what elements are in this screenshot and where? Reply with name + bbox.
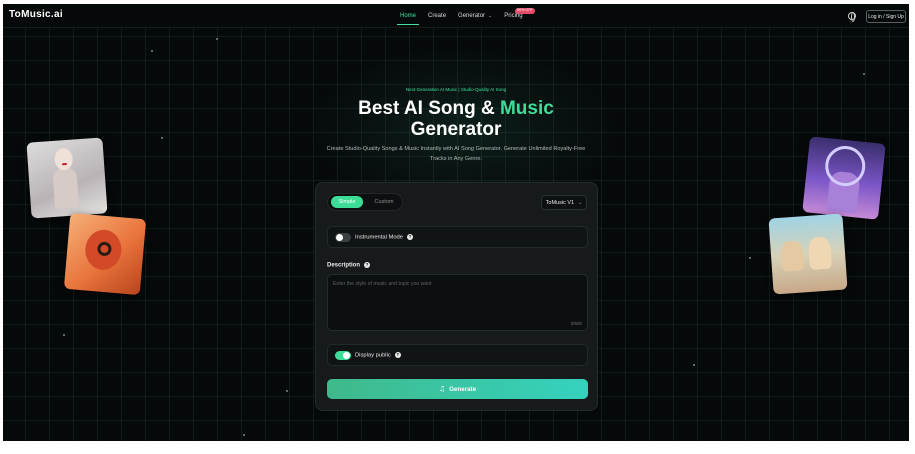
- star-dot: [863, 73, 865, 75]
- nav-create[interactable]: Create: [422, 4, 452, 28]
- generate-label: Generate: [449, 385, 477, 393]
- chevron-down-icon: ⌄: [578, 199, 583, 206]
- hero-title-accent: Music: [499, 98, 554, 119]
- star-dot: [693, 364, 695, 366]
- display-public-toggle[interactable]: [335, 351, 351, 360]
- hero-title-white: Best AI Song &: [358, 98, 500, 119]
- mode-simple-tab[interactable]: Simple: [331, 196, 363, 208]
- star-dot: [151, 50, 153, 52]
- instrumental-label: Instrumental Mode?: [355, 234, 414, 241]
- nav-home[interactable]: Home: [394, 4, 422, 28]
- star-dot: [286, 390, 288, 392]
- description-placeholder: Enter the style of music and topic you w…: [333, 281, 432, 287]
- star-dot: [63, 334, 65, 336]
- description-label: Description?: [327, 262, 371, 269]
- nav-home-label: Home: [400, 13, 417, 19]
- globe-icon[interactable]: [848, 12, 856, 22]
- help-icon[interactable]: ?: [407, 234, 414, 240]
- star-dot: [243, 434, 245, 436]
- cover-art-card: [63, 212, 147, 296]
- instrumental-toggle[interactable]: [335, 233, 351, 242]
- page-frame: ToMusic.ai Home Create Generator ⌄ Pricin…: [3, 4, 909, 441]
- cover-art-card: [26, 137, 108, 219]
- hero-tagline: Next-Generation AI Music | Studio-Qualit…: [405, 87, 507, 92]
- help-icon[interactable]: ?: [394, 352, 401, 358]
- star-dot: [749, 257, 751, 259]
- nav-pricing-label: Pricing: [504, 13, 523, 19]
- nav-generator-label: Generator: [458, 13, 486, 19]
- site-logo[interactable]: ToMusic.ai: [9, 9, 63, 20]
- discount-badge: 60% OFF: [515, 8, 535, 14]
- model-select[interactable]: ToMusic V1 ⌄: [541, 195, 587, 210]
- char-counter: 0/500: [570, 321, 582, 326]
- model-select-value: ToMusic V1: [545, 199, 575, 206]
- generate-button[interactable]: ♫ Generate: [327, 379, 588, 399]
- generator-panel: Simple Custom ToMusic V1 ⌄ Instrumental M…: [315, 182, 598, 411]
- mode-custom-tab[interactable]: Custom: [368, 196, 400, 208]
- mode-switch: Simple Custom: [327, 193, 403, 211]
- nav-create-label: Create: [428, 13, 447, 19]
- nav-pricing[interactable]: Pricing 60% OFF: [498, 4, 535, 28]
- description-label-text: Description: [327, 262, 361, 269]
- hero-title: Best AI Song & Music Generator: [3, 98, 909, 140]
- top-nav: ToMusic.ai Home Create Generator ⌄ Pricin…: [3, 4, 909, 28]
- chevron-down-icon: ⌄: [488, 13, 493, 19]
- hero-title-line2: Generator: [410, 119, 502, 140]
- cover-art-card: [768, 213, 848, 295]
- help-icon[interactable]: ?: [364, 262, 371, 268]
- instrumental-label-text: Instrumental Mode: [355, 234, 404, 241]
- login-signup-button[interactable]: Log in / Sign Up: [866, 10, 906, 23]
- instrumental-row: Instrumental Mode?: [327, 226, 588, 248]
- nav-generator[interactable]: Generator ⌄: [452, 4, 498, 28]
- display-public-label: Display public?: [355, 352, 401, 359]
- hero-subtitle: Create Studio-Quality Songs & Music Inst…: [326, 146, 586, 162]
- cover-art-card: [802, 136, 886, 220]
- display-public-row: Display public?: [327, 344, 588, 366]
- music-note-icon: ♫: [438, 385, 446, 393]
- display-public-label-text: Display public: [355, 352, 391, 359]
- nav-links: Home Create Generator ⌄ Pricing 60% OFF: [394, 4, 535, 28]
- star-dot: [216, 38, 218, 40]
- description-input[interactable]: Enter the style of music and topic you w…: [327, 274, 588, 331]
